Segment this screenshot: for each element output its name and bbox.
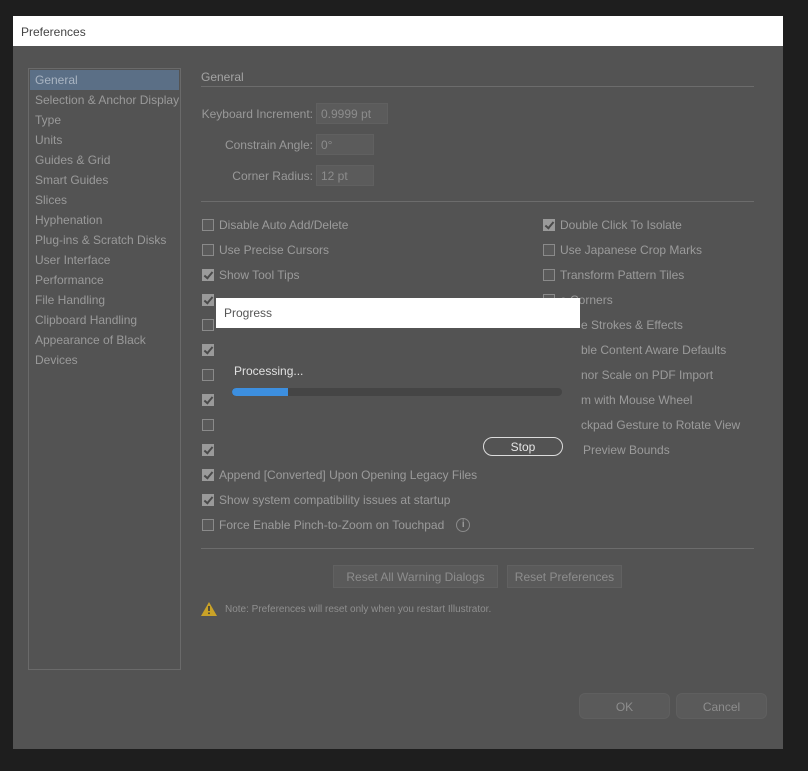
checkbox[interactable] bbox=[202, 469, 214, 481]
reset-preferences-button[interactable]: Reset Preferences bbox=[507, 565, 622, 588]
option-pinch-to-zoom[interactable]: Force Enable Pinch-to-Zoom on Touchpad i bbox=[202, 517, 471, 533]
sidebar-item-guides-grid[interactable]: Guides & Grid bbox=[30, 150, 179, 170]
checkbox[interactable] bbox=[202, 494, 214, 506]
ok-button[interactable]: OK bbox=[579, 693, 670, 719]
option-append-converted[interactable]: Append [Converted] Upon Opening Legacy F… bbox=[202, 467, 477, 483]
checkbox[interactable] bbox=[202, 394, 214, 406]
option-preview-bounds[interactable]: Preview Bounds bbox=[583, 442, 670, 458]
option-trackpad-rotate[interactable]: ckpad Gesture to Rotate View bbox=[581, 417, 740, 433]
checkbox[interactable] bbox=[543, 219, 555, 231]
constrain-angle-label: Constrain Angle: bbox=[224, 138, 313, 152]
keyboard-increment-label: Keyboard Increment: bbox=[201, 107, 313, 121]
progress-bar bbox=[232, 388, 562, 396]
sidebar-item-performance[interactable]: Performance bbox=[30, 270, 179, 290]
section-title: General bbox=[201, 70, 244, 84]
sidebar-item-selection-anchor[interactable]: Selection & Anchor Display bbox=[30, 90, 179, 110]
sidebar-item-clipboard[interactable]: Clipboard Handling bbox=[30, 310, 179, 330]
option-double-click-isolate[interactable]: Double Click To Isolate bbox=[543, 217, 682, 233]
keyboard-increment-input[interactable]: 0.9999 pt bbox=[316, 103, 388, 124]
divider bbox=[201, 86, 754, 87]
sidebar-item-devices[interactable]: Devices bbox=[30, 350, 179, 370]
sidebar-item-units[interactable]: Units bbox=[30, 130, 179, 150]
sidebar-item-file-handling[interactable]: File Handling bbox=[30, 290, 179, 310]
sidebar-item-smart-guides[interactable]: Smart Guides bbox=[30, 170, 179, 190]
info-icon[interactable]: i bbox=[456, 518, 471, 532]
progress-status: Processing... bbox=[234, 364, 304, 378]
option-honor-scale[interactable]: nor Scale on PDF Import bbox=[581, 367, 713, 383]
progress-dialog: Progress Processing... Stop bbox=[216, 298, 580, 462]
option-show-tool-tips[interactable]: Show Tool Tips bbox=[202, 267, 300, 283]
option-content-aware[interactable]: ble Content Aware Defaults bbox=[581, 342, 726, 358]
sidebar-item-plugins[interactable]: Plug-ins & Scratch Disks bbox=[30, 230, 179, 250]
note: Note: Preferences will reset only when y… bbox=[201, 602, 491, 616]
checkbox[interactable] bbox=[543, 244, 555, 256]
cancel-button[interactable]: Cancel bbox=[676, 693, 767, 719]
reset-warning-dialogs-button[interactable]: Reset All Warning Dialogs bbox=[333, 565, 498, 588]
checkbox[interactable] bbox=[543, 269, 555, 281]
checkbox[interactable] bbox=[202, 294, 214, 306]
window-title: Preferences bbox=[13, 16, 783, 46]
option-japanese-crop-marks[interactable]: Use Japanese Crop Marks bbox=[543, 242, 702, 258]
sidebar-item-slices[interactable]: Slices bbox=[30, 190, 179, 210]
option-precise-cursors[interactable]: Use Precise Cursors bbox=[202, 242, 329, 258]
sidebar-item-appearance-black[interactable]: Appearance of Black bbox=[30, 330, 179, 350]
constrain-angle-input[interactable]: 0° bbox=[316, 134, 374, 155]
checkbox[interactable] bbox=[202, 219, 214, 231]
checkbox[interactable] bbox=[202, 269, 214, 281]
corner-radius-input[interactable]: 12 pt bbox=[316, 165, 374, 186]
checkbox[interactable] bbox=[202, 419, 214, 431]
checkbox[interactable] bbox=[202, 444, 214, 456]
sidebar: General Selection & Anchor Display Type … bbox=[28, 68, 181, 670]
option-scale-strokes[interactable]: e Strokes & Effects bbox=[581, 317, 683, 333]
sidebar-item-type[interactable]: Type bbox=[30, 110, 179, 130]
checkbox[interactable] bbox=[202, 369, 214, 381]
checkbox[interactable] bbox=[202, 244, 214, 256]
stop-button[interactable]: Stop bbox=[483, 437, 563, 456]
progress-title: Progress bbox=[216, 298, 580, 328]
sidebar-item-general[interactable]: General bbox=[30, 70, 179, 90]
option-transform-pattern-tiles[interactable]: Transform Pattern Tiles bbox=[543, 267, 684, 283]
divider bbox=[201, 548, 754, 549]
checkbox[interactable] bbox=[202, 344, 214, 356]
note-text: Note: Preferences will reset only when y… bbox=[225, 603, 492, 615]
checkbox[interactable] bbox=[202, 519, 214, 531]
sidebar-item-user-interface[interactable]: User Interface bbox=[30, 250, 179, 270]
progress-fill bbox=[232, 388, 289, 396]
sidebar-item-hyphenation[interactable]: Hyphenation bbox=[30, 210, 179, 230]
corner-radius-label: Corner Radius: bbox=[232, 169, 313, 183]
divider bbox=[201, 201, 754, 202]
checkbox[interactable] bbox=[202, 319, 214, 331]
option-disable-auto-add[interactable]: Disable Auto Add/Delete bbox=[202, 217, 348, 233]
option-zoom-mouse-wheel[interactable]: m with Mouse Wheel bbox=[581, 392, 692, 408]
option-compatibility-issues[interactable]: Show system compatibility issues at star… bbox=[202, 492, 450, 508]
warning-icon bbox=[201, 602, 217, 616]
